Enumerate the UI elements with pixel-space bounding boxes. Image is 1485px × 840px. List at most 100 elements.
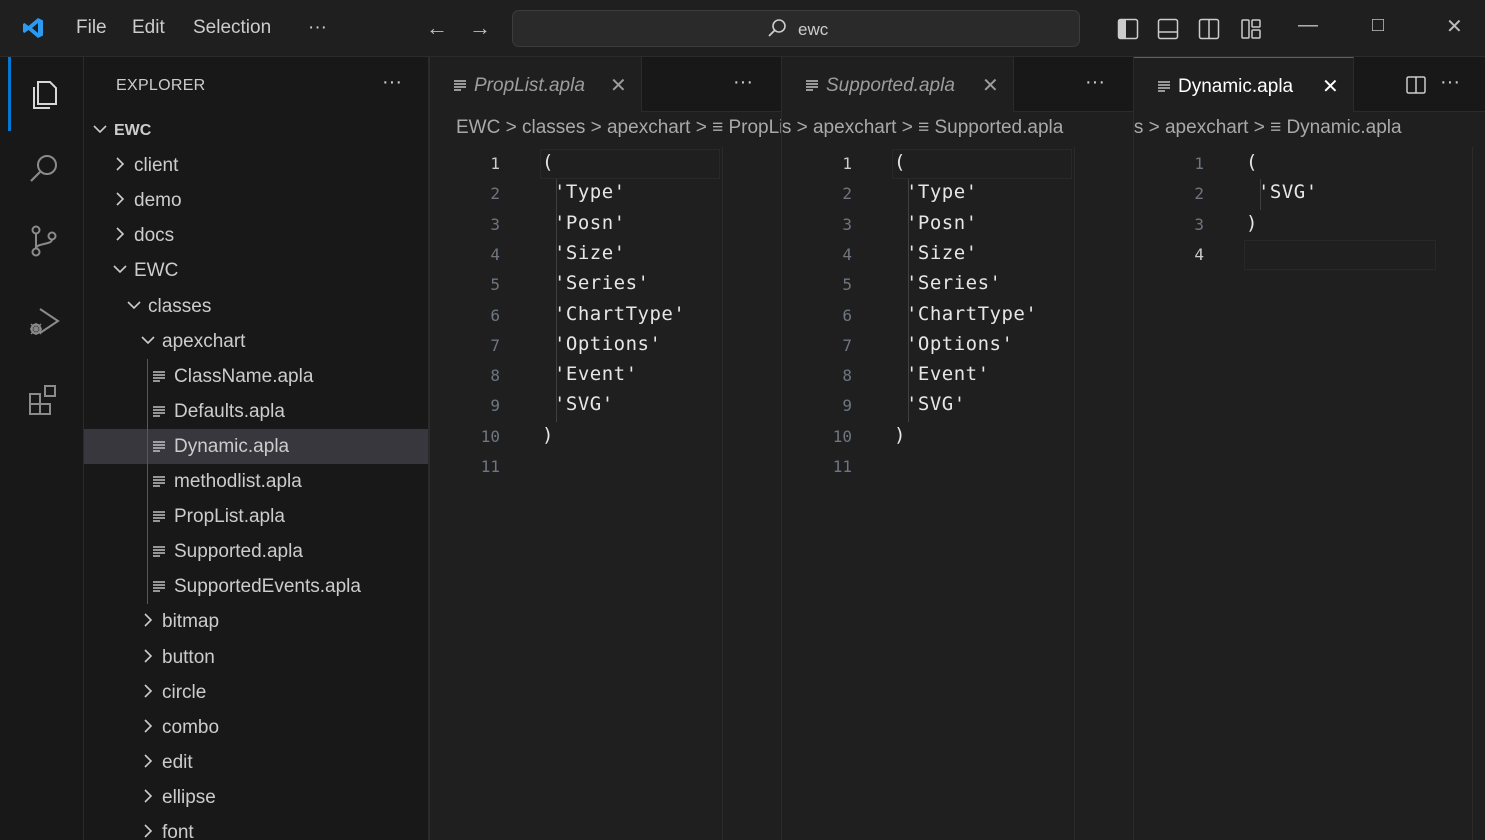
code-text: 'Posn' (542, 211, 626, 234)
tree-item-label: font (162, 822, 194, 840)
toggle-primary-sidebar-icon[interactable] (1117, 18, 1139, 40)
line-number: 11 (480, 457, 500, 476)
text-file-icon (153, 546, 165, 557)
toggle-secondary-sidebar-icon[interactable] (1198, 18, 1220, 40)
customize-layout-icon[interactable] (1240, 18, 1262, 40)
text-file-icon (153, 406, 165, 417)
search-query: ewc (798, 20, 829, 39)
maximize-button[interactable]: □ (1372, 14, 1384, 37)
tree-item-label: ClassName.apla (174, 365, 314, 387)
tree-folder-item[interactable]: edit (84, 745, 428, 780)
command-center-search[interactable]: ewc (512, 10, 1080, 47)
chevron-right-icon (144, 719, 153, 733)
line-number: 3 (1194, 214, 1204, 234)
editor-group-proplist: PropList.apla ✕ ··· EWC > classes > apexcha… (429, 57, 781, 840)
editor-tab[interactable]: Dynamic.apla ✕ (1134, 57, 1354, 112)
forward-arrow-icon[interactable]: → (469, 15, 491, 41)
menu-more[interactable]: ··· (308, 17, 327, 39)
tree-file-item[interactable]: PropList.apla (84, 499, 428, 534)
minimap[interactable] (1074, 147, 1132, 840)
tree-folder-item[interactable]: circle (84, 675, 428, 710)
chevron-right-icon (116, 157, 125, 171)
tree-item-label: circle (162, 681, 207, 703)
tree-file-item[interactable]: Dynamic.apla (84, 428, 428, 464)
split-editor-icon[interactable] (1406, 75, 1426, 95)
search-view-icon[interactable] (26, 151, 62, 187)
tree-item-label: button (162, 646, 215, 668)
line-number: 2 (1194, 184, 1204, 204)
run-debug-icon[interactable] (26, 303, 62, 339)
tree-item-label: client (134, 155, 179, 177)
editor-tab[interactable]: Supported.apla ✕ (782, 57, 1014, 112)
line-number: 1 (842, 154, 852, 173)
editor-more-actions[interactable]: ··· (1440, 71, 1460, 94)
close-tab-icon[interactable]: ✕ (982, 73, 999, 98)
tree-file-item[interactable]: ClassName.apla (84, 359, 428, 394)
code-editor[interactable]: 1(2 'SVG' 3) 4 (1134, 147, 1485, 840)
text-file-icon (153, 511, 165, 522)
editor-more-actions[interactable]: ··· (733, 71, 753, 94)
code-text: 'Posn' (894, 211, 978, 234)
tree-folder-item[interactable]: client (84, 148, 428, 183)
explorer-more-actions[interactable]: ··· (382, 71, 402, 94)
line-number: 7 (490, 335, 500, 355)
extensions-icon[interactable] (26, 382, 62, 418)
chevron-right-icon (144, 824, 153, 838)
text-file-icon (806, 80, 818, 91)
toggle-panel-icon[interactable] (1157, 18, 1179, 40)
menu-file[interactable]: File (76, 17, 107, 39)
tree-item-label: combo (162, 716, 220, 738)
close-tab-icon[interactable]: ✕ (610, 73, 627, 98)
tree-folder-item[interactable]: ellipse (84, 780, 428, 815)
close-window-button[interactable]: ✕ (1446, 14, 1463, 39)
editor-more-actions[interactable]: ··· (1085, 71, 1105, 94)
search-icon (768, 19, 786, 37)
code-text: 'SVG' (894, 393, 966, 416)
minimap[interactable] (722, 147, 780, 840)
tree-item-label: edit (162, 751, 193, 773)
code-line: 1( (1134, 147, 1485, 177)
menu-edit[interactable]: Edit (132, 17, 165, 39)
tree-file-item[interactable]: Supported.apla (84, 534, 428, 569)
line-number: 6 (842, 305, 852, 325)
tab-label: Dynamic.apla (1178, 76, 1294, 97)
explorer-icon[interactable] (26, 77, 62, 113)
tree-file-item[interactable]: methodlist.apla (84, 464, 428, 499)
line-number: 2 (842, 184, 852, 204)
tree-folder-item[interactable]: classes (84, 289, 428, 324)
code-text: 'SVG' (542, 393, 614, 416)
code-text: ) (894, 423, 906, 446)
code-text: 'Type' (894, 181, 978, 204)
code-text: ( (894, 151, 906, 173)
tree-folder-item[interactable]: button (84, 640, 428, 675)
tree-file-item[interactable]: Defaults.apla (84, 394, 428, 429)
minimize-button[interactable]: — (1298, 14, 1318, 37)
tree-folder-item[interactable]: EWC (84, 113, 428, 148)
minimap[interactable] (1472, 147, 1485, 840)
menu-selection[interactable]: Selection (193, 17, 271, 39)
tree-item-label: docs (134, 225, 175, 247)
back-arrow-icon[interactable]: ← (426, 15, 448, 41)
tree-folder-item[interactable]: bitmap (84, 604, 428, 639)
tree-folder-item[interactable]: docs (84, 218, 428, 253)
tree-folder-item[interactable]: font (84, 815, 428, 840)
tree-folder-item[interactable]: EWC (84, 253, 428, 288)
editor-tab[interactable]: PropList.apla ✕ (430, 57, 642, 112)
tree-item-label: Defaults.apla (174, 400, 285, 422)
source-control-icon[interactable] (26, 223, 62, 259)
tree-folder-item[interactable]: apexchart (84, 324, 428, 359)
tree-item-label: demo (134, 190, 182, 212)
code-text: 'ChartType' (894, 302, 1038, 325)
editor-group-supported: Supported.apla ✕ ··· EWC > classes > apexch… (781, 57, 1133, 840)
breadcrumb[interactable]: EWC > classes > apexchart > ≡ PropList.a… (456, 117, 781, 147)
tree-file-item[interactable]: SupportedEvents.apla (84, 569, 428, 604)
breadcrumb[interactable]: EWC > classes > apexchart > ≡ Dynamic.ap… (1134, 117, 1402, 147)
tree-folder-item[interactable]: demo (84, 183, 428, 218)
code-text: 'Size' (894, 241, 978, 264)
tree-item-label: EWC (114, 122, 152, 139)
close-tab-icon[interactable]: ✕ (1322, 74, 1339, 99)
tree-folder-item[interactable]: combo (84, 710, 428, 745)
tab-bar: PropList.apla ✕ ··· (430, 57, 781, 112)
chevron-down-icon (113, 265, 127, 274)
breadcrumb[interactable]: EWC > classes > apexchart > ≡ Supported.… (782, 117, 1063, 147)
